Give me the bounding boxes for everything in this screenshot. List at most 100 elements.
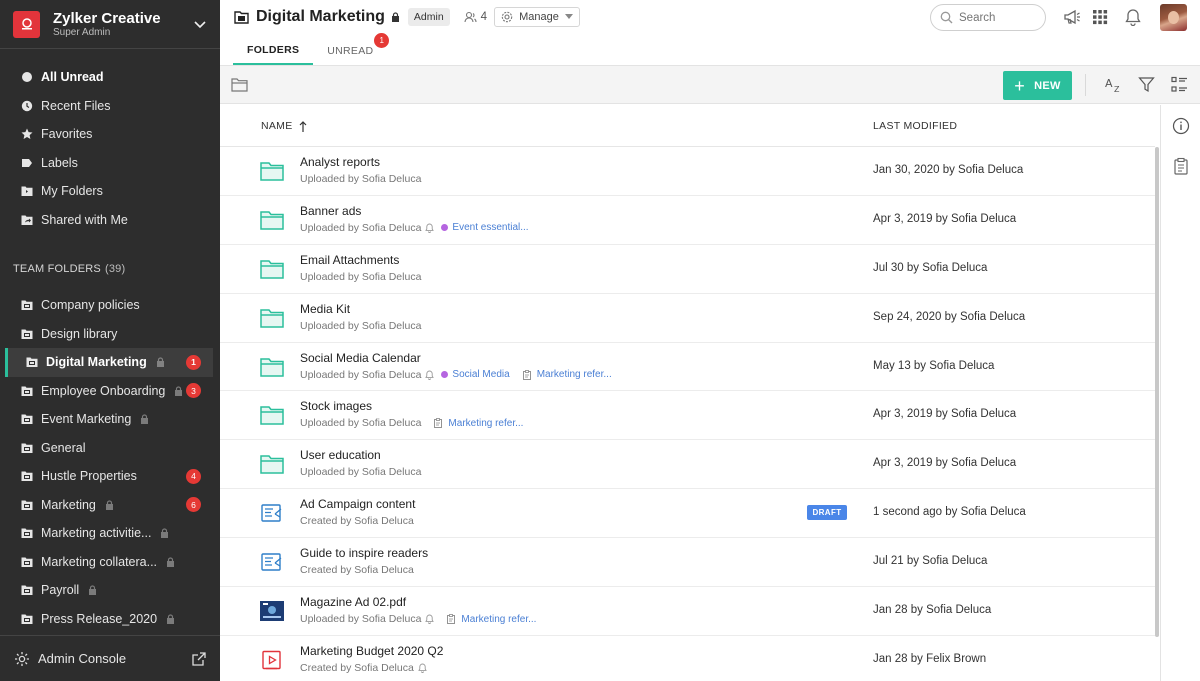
label-tag[interactable]: Marketing refer... [441, 614, 536, 625]
team-folder-label: Digital Marketing [46, 355, 147, 370]
file-row[interactable]: User education Uploaded by Sofia Deluca Ap… [220, 440, 1155, 490]
label-tag-text: Event essential... [452, 222, 529, 234]
sidebar-item-all-unread[interactable]: All Unread [0, 63, 220, 92]
label-tag[interactable]: Event essential... [441, 222, 529, 234]
header: Digital Marketing Admin 4 Manage FOLDERS… [220, 0, 1200, 66]
clipboard-icon [433, 418, 443, 429]
file-name[interactable]: Marketing Budget 2020 Q2 [300, 644, 443, 658]
team-folder-list: Company policies Design library Digital Ma… [0, 291, 220, 633]
file-row[interactable]: Marketing Budget 2020 Q2 Created by Sofia… [220, 636, 1155, 681]
team-folder-label: Employee Onboarding [41, 383, 166, 398]
label-tag[interactable]: Marketing refer... [428, 418, 523, 429]
team-folder-marketing-activitie[interactable]: Marketing activitie... [0, 519, 220, 548]
team-folder-hustle-properties[interactable]: Hustle Properties 4 [0, 462, 220, 491]
list-view-icon[interactable] [1171, 76, 1188, 93]
tab-folders[interactable]: FOLDERS [233, 36, 314, 65]
file-row[interactable]: Ad Campaign content Created by Sofia Delu… [220, 489, 1155, 539]
file-row[interactable]: Social Media Calendar Uploaded by Sofia D… [220, 343, 1155, 392]
uploader-text: Created by Sofia Deluca [300, 515, 414, 528]
name-column-header[interactable]: NAME [261, 120, 307, 132]
sort-az-icon[interactable]: AZ [1105, 76, 1122, 94]
manage-dropdown[interactable]: Manage [494, 7, 580, 27]
role-badge: Admin [407, 8, 450, 26]
sidebar-item-label: My Folders [41, 184, 103, 199]
lock-icon [174, 386, 183, 396]
search-box[interactable] [930, 4, 1046, 31]
file-row[interactable]: Magazine Ad 02.pdf Uploaded by Sofia Delu… [220, 587, 1155, 636]
file-row[interactable]: Analyst reports Uploaded by Sofia Deluca J… [220, 147, 1155, 196]
members-button[interactable]: 4 [464, 11, 487, 23]
file-meta: Created by Sofia Deluca [300, 662, 427, 674]
file-name[interactable]: Ad Campaign content [300, 497, 415, 511]
admin-console-label: Admin Console [38, 651, 127, 666]
tab-unread[interactable]: UNREAD 1 [313, 33, 390, 65]
team-folder-design-library[interactable]: Design library [0, 320, 220, 349]
uploader-text: Created by Sofia Deluca [300, 661, 414, 674]
star-icon [21, 128, 33, 140]
announcement-icon[interactable] [1063, 8, 1081, 26]
file-name[interactable]: Stock images [300, 399, 372, 413]
file-name[interactable]: Email Attachments [300, 253, 399, 267]
team-folder-event-marketing[interactable]: Event Marketing [0, 405, 220, 434]
sidebar-item-my-folders[interactable]: My Folders [0, 177, 220, 206]
team-folder-press-release-2020[interactable]: Press Release_2020 [0, 605, 220, 634]
shared-folder-icon [21, 214, 33, 226]
file-row[interactable]: Stock images Uploaded by Sofia Deluca Mark… [220, 391, 1155, 441]
notification-bell-icon[interactable] [425, 614, 435, 624]
last-modified: 1 second ago by Sofia Deluca [873, 506, 1026, 519]
team-folder-label: Press Release_2020 [41, 611, 158, 626]
file-row[interactable]: Banner ads Uploaded by Sofia Deluca Event … [220, 196, 1155, 245]
file-name[interactable]: User education [300, 448, 381, 462]
team-folders-title: TEAM FOLDERS [13, 263, 101, 275]
team-folder-digital-marketing[interactable]: Digital Marketing 1 [5, 348, 213, 377]
sidebar-item-shared-with-me[interactable]: Shared with Me [0, 206, 220, 235]
notification-bell-icon[interactable] [418, 663, 427, 673]
sidebar-item-label: Shared with Me [41, 212, 128, 227]
folder-title-row: Digital Marketing Admin 4 Manage [234, 6, 580, 28]
chevron-down-icon[interactable] [193, 17, 207, 31]
apps-grid-icon[interactable] [1091, 8, 1109, 26]
file-name[interactable]: Banner ads [300, 204, 361, 218]
lock-icon [105, 500, 114, 510]
sidebar-item-recent-files[interactable]: Recent Files [0, 92, 220, 121]
team-folder-marketing-collatera[interactable]: Marketing collatera... [0, 548, 220, 577]
notification-bell-icon[interactable] [425, 223, 435, 233]
label-tag[interactable]: Social Media [441, 369, 510, 380]
team-folder-employee-onboarding[interactable]: Employee Onboarding 3 [0, 377, 220, 406]
info-icon[interactable] [1172, 117, 1190, 135]
file-name[interactable]: Guide to inspire readers [300, 546, 428, 560]
file-name[interactable]: Social Media Calendar [300, 351, 421, 365]
file-row[interactable]: Media Kit Uploaded by Sofia Deluca Sep 24,… [220, 294, 1155, 343]
notification-bell-icon[interactable] [425, 370, 435, 380]
file-name[interactable]: Analyst reports [300, 155, 380, 169]
sidebar-item-favorites[interactable]: Favorites [0, 120, 220, 149]
sidebar-item-label: Favorites [41, 127, 93, 142]
file-row[interactable]: Email Attachments Uploaded by Sofia Deluc… [220, 245, 1155, 294]
modified-column-header[interactable]: LAST MODIFIED [873, 120, 957, 132]
filter-icon[interactable] [1138, 76, 1155, 93]
org-role: Super Admin [53, 26, 111, 38]
bell-icon[interactable] [1124, 8, 1142, 26]
new-button[interactable]: + NEW [1003, 71, 1072, 100]
external-link-icon[interactable] [192, 651, 206, 666]
label-tag[interactable]: Marketing refer... [517, 369, 612, 380]
sidebar-item-labels[interactable]: Labels [0, 149, 220, 178]
folder-outline-icon[interactable] [231, 77, 248, 92]
team-folder-marketing[interactable]: Marketing 6 [0, 491, 220, 520]
team-folder-payroll[interactable]: Payroll [0, 576, 220, 605]
avatar[interactable] [1160, 4, 1187, 31]
file-name[interactable]: Media Kit [300, 302, 350, 316]
last-modified: Apr 3, 2019 by Sofia Deluca [873, 457, 1017, 470]
folder-icon [260, 357, 284, 377]
file-name[interactable]: Magazine Ad 02.pdf [300, 595, 406, 609]
team-folder-company-policies[interactable]: Company policies [0, 291, 220, 320]
file-row[interactable]: Guide to inspire readers Created by Sofia… [220, 538, 1155, 588]
search-input[interactable] [959, 11, 1029, 24]
search-icon [940, 11, 953, 24]
admin-console-link[interactable]: Admin Console [0, 635, 220, 681]
org-switcher[interactable]: Zylker Creative Super Admin [0, 0, 220, 49]
scrollbar-thumb[interactable] [1155, 147, 1159, 637]
clipboard-icon[interactable] [1172, 157, 1190, 175]
toolbar: + NEW AZ [220, 66, 1200, 104]
team-folder-general[interactable]: General [0, 434, 220, 463]
